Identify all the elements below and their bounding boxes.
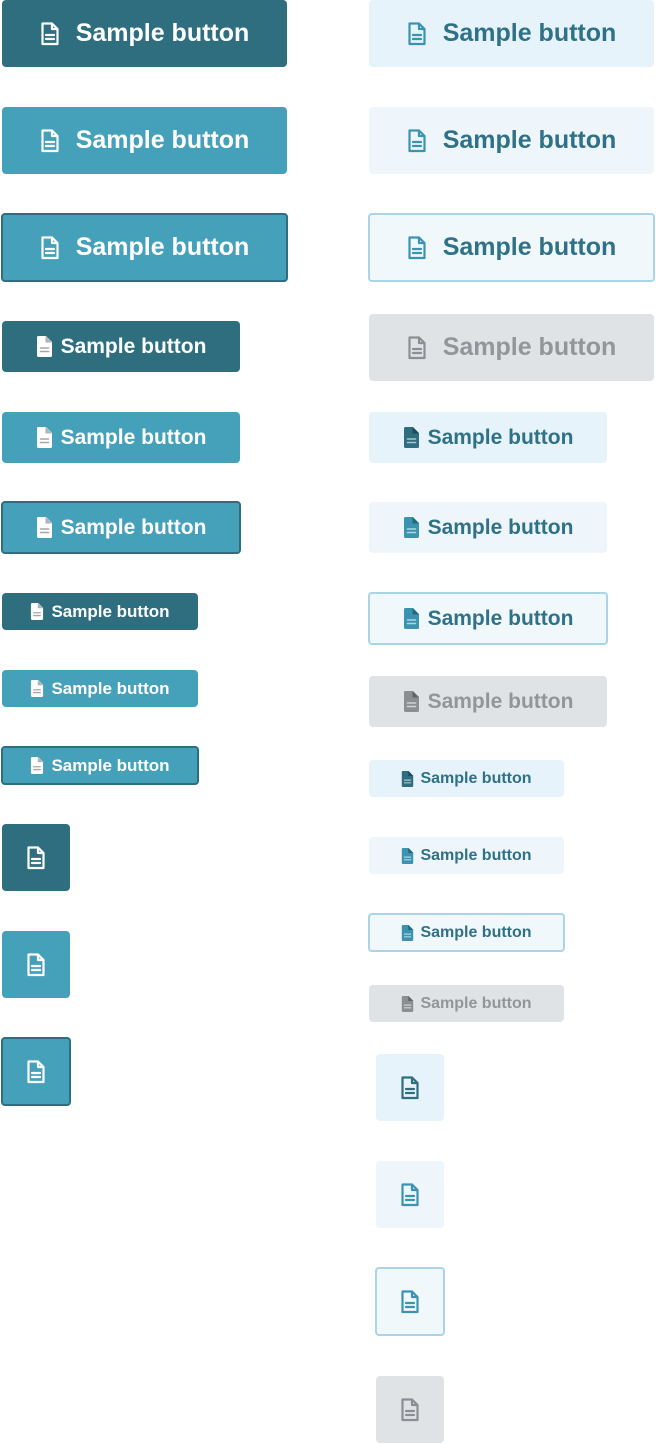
button-label: Sample button xyxy=(442,19,617,47)
button-label: Sample button xyxy=(75,233,250,261)
tinted-focused-button-sm[interactable]: Sample button xyxy=(368,913,565,952)
button-label: Sample button xyxy=(427,425,574,449)
tinted-hover-button-sm[interactable]: Sample button xyxy=(369,837,564,874)
button-label: Sample button xyxy=(427,606,574,630)
document-icon xyxy=(26,952,46,977)
tinted-focused-button-md[interactable]: Sample button xyxy=(368,592,608,645)
document-icon xyxy=(26,1059,46,1084)
document-icon xyxy=(403,427,420,448)
solid-button-sm[interactable]: Sample button xyxy=(2,670,198,707)
button-label: Sample button xyxy=(442,126,617,154)
solid-dark-button-md[interactable]: Sample button xyxy=(2,321,240,372)
document-icon xyxy=(400,1397,420,1422)
document-icon xyxy=(407,335,427,360)
tinted-button-sm[interactable]: Sample button xyxy=(369,760,564,797)
disabled-button-md[interactable]: Sample button xyxy=(369,676,607,727)
solid-focused-button-md[interactable]: Sample button xyxy=(1,501,241,554)
solid-dark-button-lg[interactable]: Sample button xyxy=(2,0,287,67)
tinted-focused-button-lg[interactable]: Sample button xyxy=(368,213,655,282)
document-icon xyxy=(26,845,46,870)
solid-dark-icon-button[interactable] xyxy=(2,824,70,891)
document-icon xyxy=(401,770,414,787)
button-label: Sample button xyxy=(51,601,170,621)
tinted-button-lg[interactable]: Sample button xyxy=(369,0,654,67)
document-icon xyxy=(36,517,53,538)
button-label: Sample button xyxy=(60,425,207,449)
disabled-icon-button[interactable] xyxy=(376,1376,444,1443)
button-label: Sample button xyxy=(60,334,207,358)
document-icon xyxy=(407,235,427,260)
solid-icon-button[interactable] xyxy=(2,931,70,998)
solid-button-lg[interactable]: Sample button xyxy=(2,107,287,174)
button-label: Sample button xyxy=(420,846,532,864)
document-icon xyxy=(403,608,420,629)
document-icon xyxy=(40,235,60,260)
document-icon xyxy=(400,1289,420,1314)
solid-button-md[interactable]: Sample button xyxy=(2,412,240,463)
button-label: Sample button xyxy=(442,333,617,361)
disabled-button-sm[interactable]: Sample button xyxy=(369,985,564,1022)
button-label: Sample button xyxy=(420,923,532,941)
document-icon xyxy=(36,336,53,357)
button-label: Sample button xyxy=(75,19,250,47)
document-icon xyxy=(40,21,60,46)
button-label: Sample button xyxy=(51,678,170,698)
document-icon xyxy=(403,691,420,712)
button-label: Sample button xyxy=(60,515,207,539)
disabled-button-lg[interactable]: Sample button xyxy=(369,314,654,381)
document-icon xyxy=(400,1075,420,1100)
document-icon xyxy=(401,924,414,941)
solid-focused-button-sm[interactable]: Sample button xyxy=(1,746,199,785)
tinted-hover-button-lg[interactable]: Sample button xyxy=(369,107,654,174)
document-icon xyxy=(40,128,60,153)
button-label: Sample button xyxy=(51,755,170,775)
document-icon xyxy=(401,995,414,1012)
button-label: Sample button xyxy=(420,769,532,787)
tinted-hover-button-md[interactable]: Sample button xyxy=(369,502,607,553)
document-icon xyxy=(401,847,414,864)
solid-focused-button-lg[interactable]: Sample button xyxy=(1,213,288,282)
document-icon xyxy=(30,680,44,697)
document-icon xyxy=(403,517,420,538)
document-icon xyxy=(400,1182,420,1207)
tinted-button-md[interactable]: Sample button xyxy=(369,412,607,463)
document-icon xyxy=(30,757,44,774)
document-icon xyxy=(407,21,427,46)
document-icon xyxy=(36,427,53,448)
button-label: Sample button xyxy=(427,689,574,713)
button-label: Sample button xyxy=(75,126,250,154)
solid-dark-button-sm[interactable]: Sample button xyxy=(2,593,198,630)
document-icon xyxy=(407,128,427,153)
tinted-focused-icon-button[interactable] xyxy=(375,1267,445,1336)
tinted-hover-icon-button[interactable] xyxy=(376,1161,444,1228)
tinted-icon-button[interactable] xyxy=(376,1054,444,1121)
button-label: Sample button xyxy=(420,994,532,1012)
document-icon xyxy=(30,603,44,620)
solid-focused-icon-button[interactable] xyxy=(1,1037,71,1106)
button-label: Sample button xyxy=(442,233,617,261)
button-label: Sample button xyxy=(427,515,574,539)
